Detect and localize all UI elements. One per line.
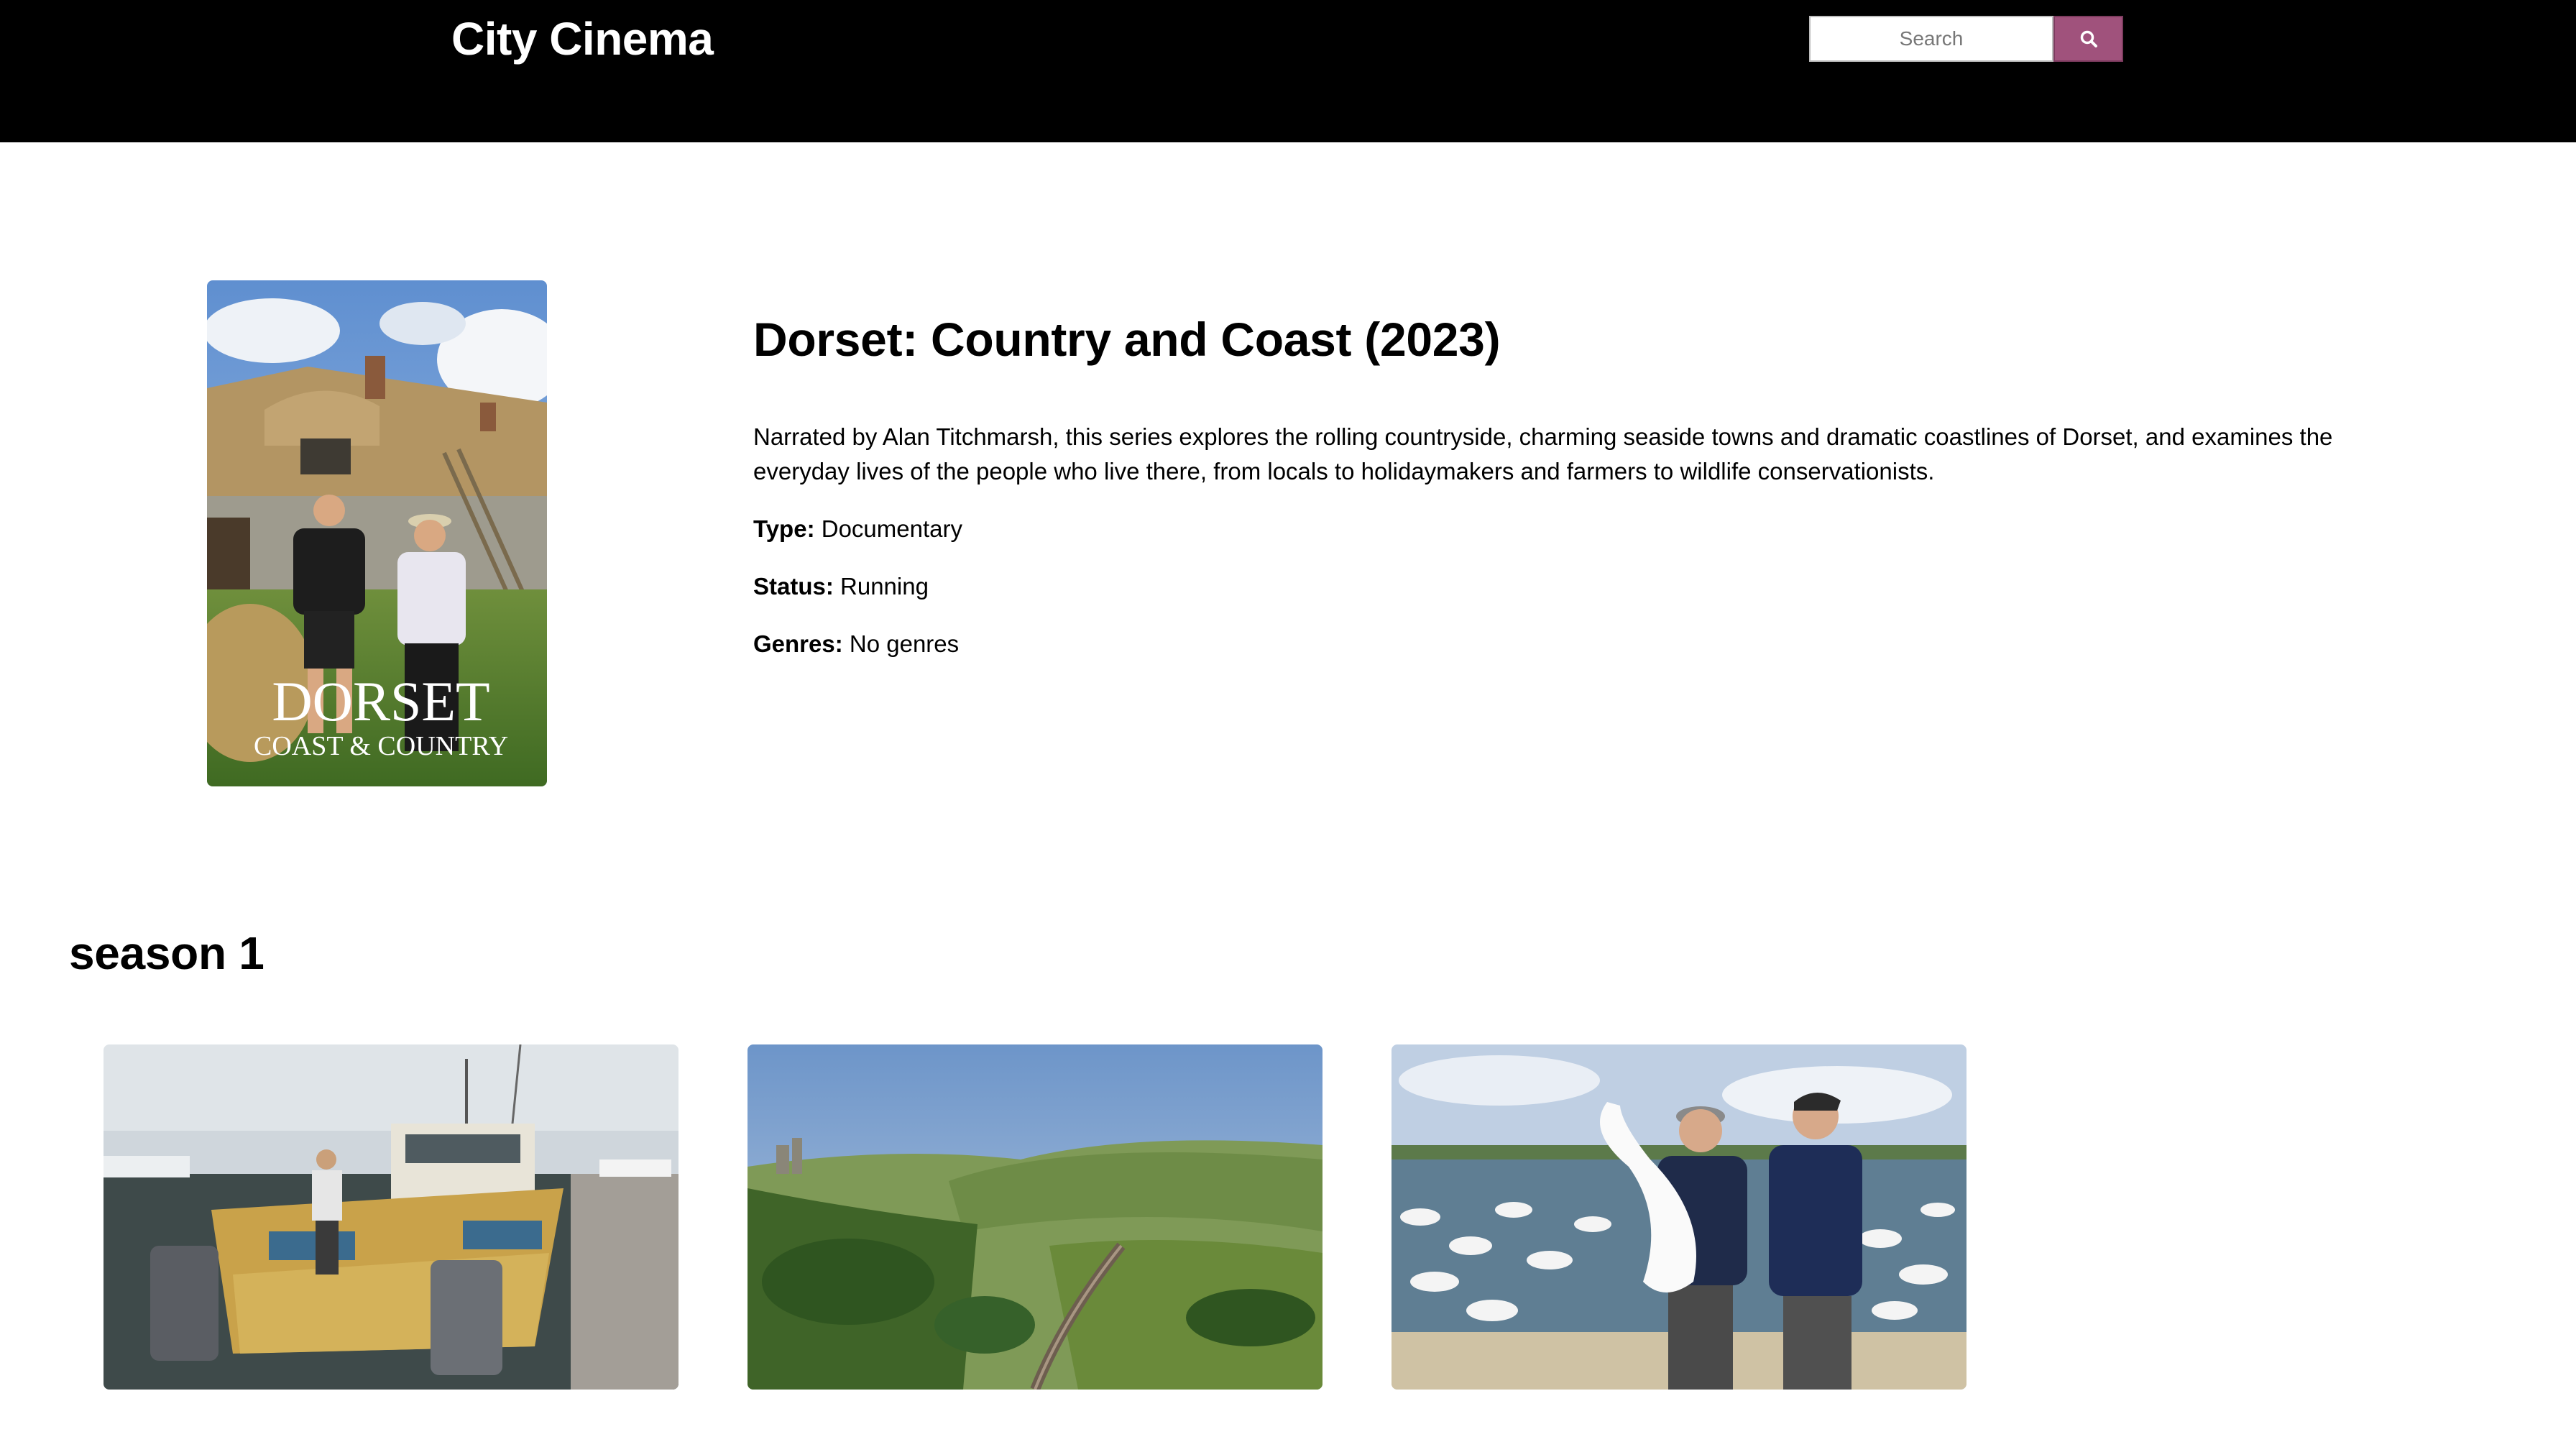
search-button[interactable] — [2053, 16, 2123, 62]
episode-card-1[interactable] — [104, 1044, 678, 1390]
show-status: Status: Running — [753, 569, 929, 604]
type-label: Type: — [753, 515, 815, 542]
episode-thumbnail-swan-sanctuary — [1392, 1044, 1966, 1390]
search-input[interactable] — [1809, 16, 2053, 62]
type-value: Documentary — [821, 515, 962, 542]
site-brand[interactable]: City Cinema — [451, 10, 714, 68]
episode-thumbnail-countryside-railway — [748, 1044, 1322, 1390]
genres-value: No genres — [849, 630, 960, 657]
status-label: Status: — [753, 573, 834, 600]
poster-subtitle-text: COAST & COUNTRY — [254, 731, 508, 761]
show-poster: DORSET COAST & COUNTRY — [207, 280, 547, 786]
episode-thumbnail-fishing-boat — [104, 1044, 678, 1390]
episode-card-3[interactable] — [1392, 1044, 1966, 1390]
poster-title-text: DORSET — [272, 670, 489, 733]
show-summary: Narrated by Alan Titchmarsh, this series… — [753, 423, 2333, 485]
season-title: season 1 — [69, 927, 264, 979]
show-title: Dorset: Country and Coast (2023) — [753, 313, 1501, 366]
site-header: City Cinema — [0, 0, 2576, 142]
genres-label: Genres: — [753, 630, 843, 657]
status-value: Running — [840, 573, 929, 600]
episode-card-2[interactable] — [748, 1044, 1322, 1390]
show-genres: Genres: No genres — [753, 627, 959, 661]
search-icon — [2080, 30, 2097, 47]
show-type: Type: Documentary — [753, 512, 962, 546]
